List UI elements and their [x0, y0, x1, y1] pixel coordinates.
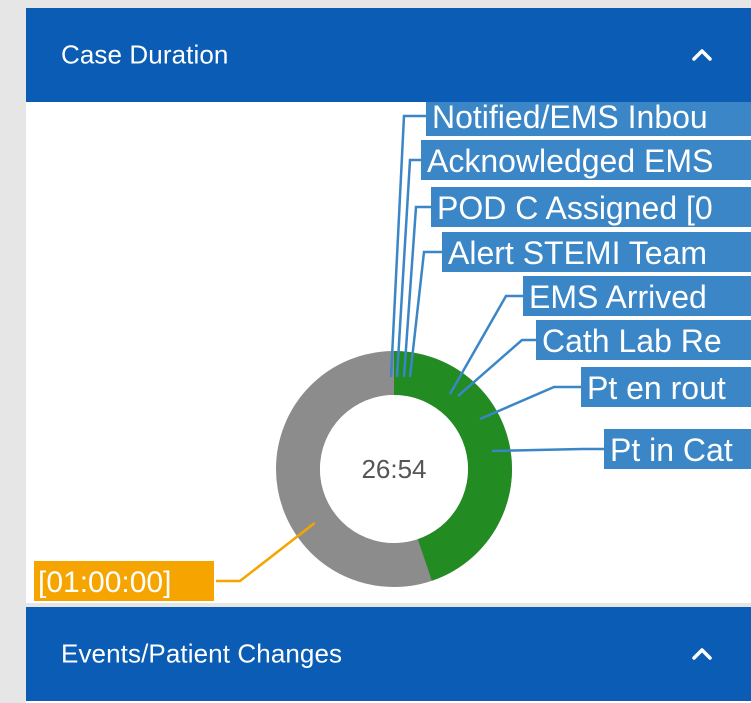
case-duration-panel: 26:54 Notified/EMS Inbou Acknowledged EMS P…	[26, 8, 751, 603]
event-label: Cath Lab Re	[542, 323, 722, 359]
events-header[interactable]: Events/Patient Changes	[26, 607, 751, 701]
event-label: EMS Arrived	[529, 279, 707, 315]
event-connector	[389, 114, 426, 378]
event-label: Pt in Cat	[610, 432, 733, 468]
chevron-up-icon[interactable]	[688, 41, 716, 69]
events-panel: Events/Patient Changes	[26, 607, 751, 703]
center-elapsed-time: 26:54	[361, 454, 426, 484]
event-label: Notified/EMS Inbou	[432, 99, 708, 135]
event-label: Alert STEMI Team	[448, 235, 707, 271]
chevron-up-icon[interactable]	[688, 640, 716, 668]
case-duration-title: Case Duration	[61, 39, 229, 70]
event-label: Acknowledged EMS	[427, 143, 713, 179]
event-label: POD C Assigned [0	[437, 190, 713, 226]
events-title: Events/Patient Changes	[61, 638, 343, 669]
event-label: Pt en rout	[587, 370, 726, 406]
total-duration-label: [01:00:00]	[38, 566, 171, 599]
event-connector	[402, 205, 431, 378]
case-duration-header[interactable]: Case Duration	[26, 8, 751, 102]
